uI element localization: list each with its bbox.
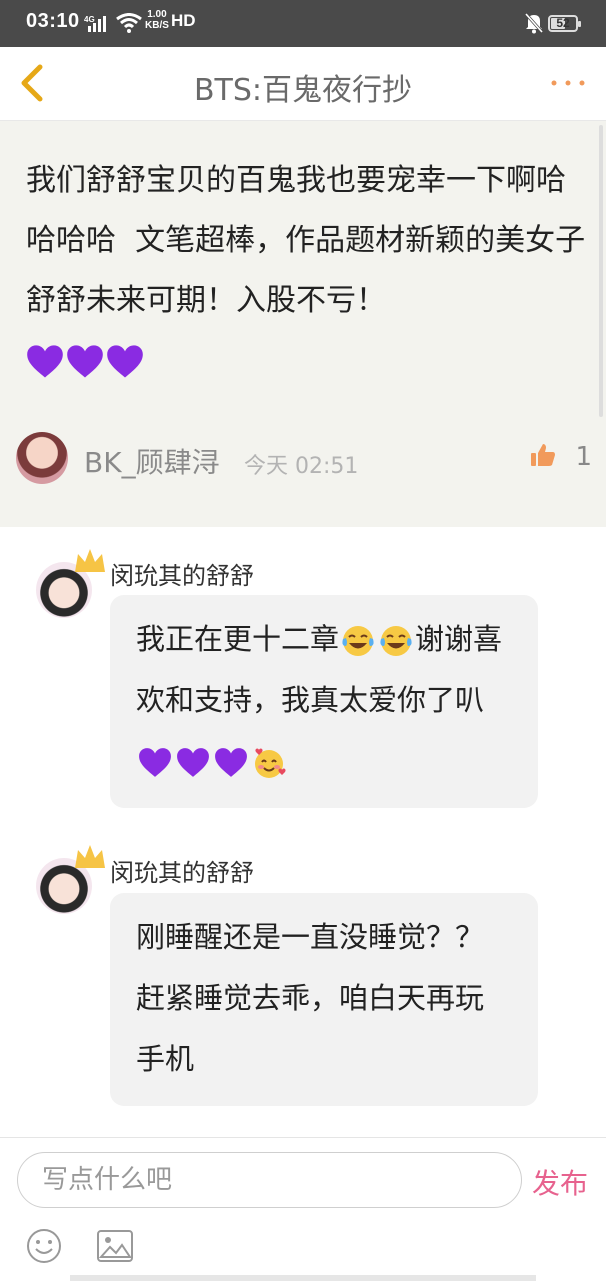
main-comment-body: 我们舒舒宝贝的百鬼我也要宠幸一下啊哈哈哈哈 文笔超棒，作品题材新颖的美女子舒舒未… bbox=[26, 151, 586, 391]
thumbs-up-icon[interactable] bbox=[530, 442, 556, 468]
home-indicator bbox=[70, 1275, 536, 1281]
battery-icon: 52 bbox=[548, 15, 581, 32]
status-bar: 03:10 4G 1.00 KB/S HD 52 bbox=[0, 0, 606, 47]
reply-bubble: 我正在更十二章 谢谢喜欢和支持，我真太爱你了叭 bbox=[110, 595, 538, 808]
comment-input-bar: 写点什么吧 发布 bbox=[0, 1137, 606, 1281]
emoji-icon[interactable] bbox=[26, 1228, 62, 1264]
reply-text: 刚睡醒还是一直没睡觉？？赶紧睡觉去乖，咱白天再玩手机 bbox=[136, 920, 485, 1076]
publish-button[interactable]: 发布 bbox=[532, 1162, 588, 1202]
laugh-cry-emoji-icon bbox=[380, 626, 412, 656]
smiling-hearts-emoji-icon bbox=[255, 748, 286, 778]
network-speed: 1.00 KB/S bbox=[145, 9, 169, 31]
main-comment-text: 我们舒舒宝贝的百鬼我也要宠幸一下啊哈哈哈哈 文笔超棒，作品题材新颖的美女子舒舒未… bbox=[26, 163, 586, 318]
hd-indicator: HD bbox=[171, 11, 196, 30]
scrollbar[interactable] bbox=[599, 125, 603, 417]
comment-time: 今天 02:51 bbox=[244, 454, 359, 479]
status-time: 03:10 bbox=[26, 10, 80, 32]
reply-bubble: 刚睡醒还是一直没睡觉？？赶紧睡觉去乖，咱白天再玩手机 bbox=[110, 893, 538, 1106]
purple-heart-icon bbox=[177, 748, 209, 777]
purple-heart-icon bbox=[67, 344, 103, 377]
crown-icon bbox=[72, 842, 108, 874]
nav-bar: BTS:百鬼夜行抄 bbox=[0, 47, 606, 121]
main-comment: 我们舒舒宝贝的百鬼我也要宠幸一下啊哈哈哈哈 文笔超棒，作品题材新颖的美女子舒舒未… bbox=[0, 121, 606, 527]
avatar[interactable] bbox=[16, 432, 68, 484]
purple-heart-icon bbox=[215, 748, 247, 777]
mute-bell-icon bbox=[524, 12, 544, 39]
author-name[interactable]: BK_顾肆浔 bbox=[84, 441, 220, 481]
wifi-icon bbox=[116, 13, 142, 38]
purple-heart-icon bbox=[107, 344, 143, 377]
signal-icon: 4G bbox=[84, 15, 112, 38]
comment-input[interactable]: 写点什么吧 bbox=[17, 1152, 522, 1208]
laugh-cry-emoji-icon bbox=[342, 626, 374, 656]
svg-text:4G: 4G bbox=[84, 15, 95, 24]
reply-text: 我正在更十二章 bbox=[136, 622, 340, 656]
purple-heart-icon bbox=[27, 344, 63, 377]
purple-heart-icon bbox=[139, 748, 171, 777]
reply-author[interactable]: 闵玧其的舒舒 bbox=[110, 853, 254, 888]
chevron-left-icon[interactable] bbox=[12, 61, 56, 105]
like-count: 1 bbox=[575, 442, 592, 472]
reply-author[interactable]: 闵玧其的舒舒 bbox=[110, 556, 254, 591]
crown-icon bbox=[72, 546, 108, 578]
hearts-row bbox=[26, 331, 146, 391]
page-title: BTS:百鬼夜行抄 bbox=[193, 73, 413, 108]
comment-meta: BK_顾肆浔 今天 02:51 1 bbox=[16, 432, 592, 484]
more-dots-icon[interactable] bbox=[550, 71, 586, 95]
image-icon[interactable] bbox=[97, 1230, 133, 1262]
